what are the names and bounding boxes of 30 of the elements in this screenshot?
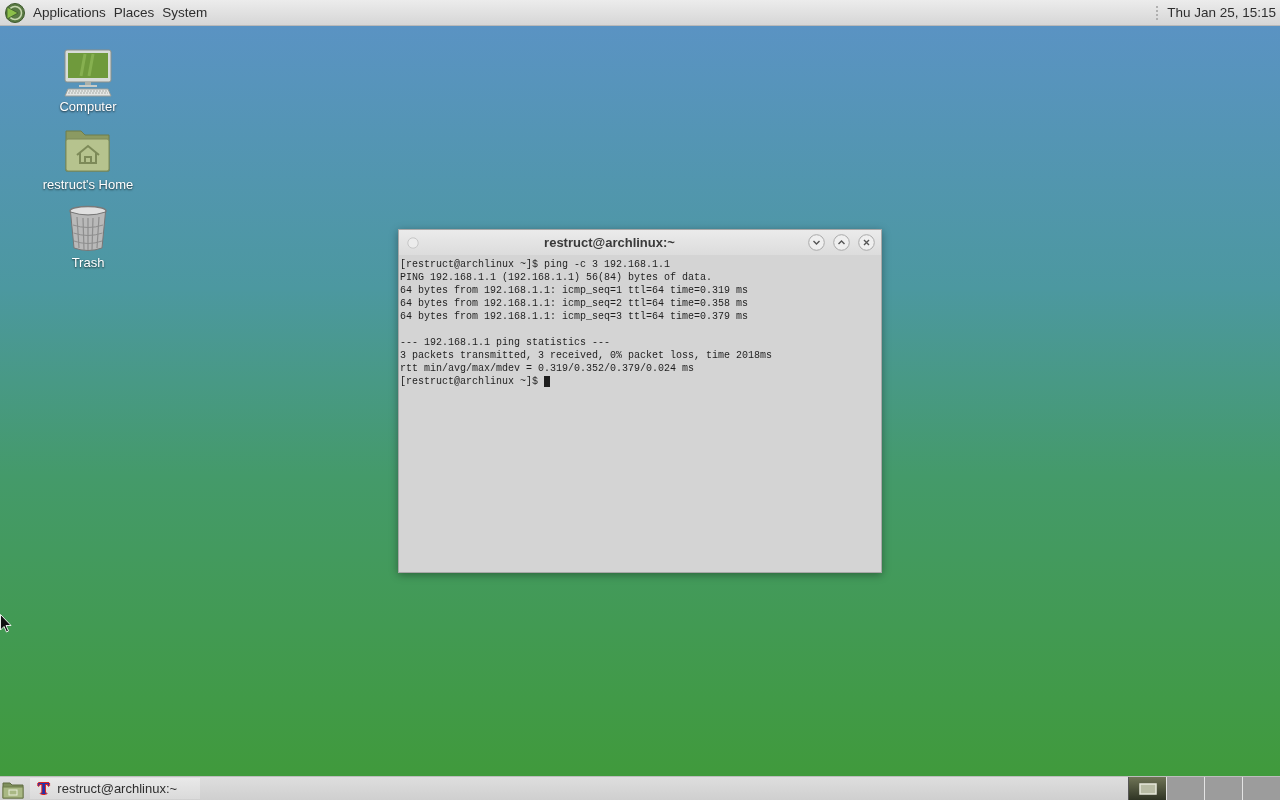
terminal-prompt: [restruct@archlinux ~]$ — [400, 375, 539, 388]
menu-item[interactable]: Places — [109, 3, 159, 22]
terminal-app-icon: T — [38, 779, 50, 798]
terminal-line: 64 bytes from 192.168.1.1: icmp_seq=1 ttl=64 time=0.319 ms — [400, 284, 749, 297]
chevron-down-icon — [808, 234, 825, 251]
text-cursor-icon — [544, 376, 551, 387]
close-icon — [858, 234, 875, 251]
clock[interactable]: Thu Jan 25, 15:15 — [1167, 5, 1276, 20]
maximize-button[interactable] — [833, 234, 850, 251]
logo-icon[interactable] — [4, 1, 26, 24]
close-button[interactable] — [858, 234, 875, 251]
terminal-line: rtt min/avg/max/mdev = 0.319/0.352/0.379/0.024 ms — [400, 362, 695, 375]
chevron-up-icon — [833, 234, 850, 251]
computer-icon — [63, 49, 113, 97]
terminal-line: [restruct@archlinux ~]$ ping -c 3 192.168.1.1 — [400, 258, 671, 271]
drag-handle-icon[interactable] — [1155, 4, 1160, 21]
taskbar-button[interactable]: T restruct@archlinux:~ — [30, 778, 200, 799]
workspace-button[interactable] — [1128, 777, 1166, 800]
terminal-line: 3 packets transmitted, 3 received, 0% packet loss, time 2018ms — [400, 349, 773, 362]
terminal-line: --- 192.168.1.1 ping statistics --- — [400, 336, 611, 349]
folder-icon[interactable] — [2, 780, 24, 799]
terminal-line: PING 192.168.1.1 (192.168.1.1) 56(84) bytes of data. — [400, 271, 713, 284]
menu-item[interactable]: System — [158, 3, 212, 22]
menu-item[interactable]: Applications — [29, 3, 110, 22]
window-title: restruct@archlinux:~ — [543, 235, 676, 250]
terminal-line: 64 bytes from 192.168.1.1: icmp_seq=3 ttl=64 time=0.379 ms — [400, 310, 749, 323]
home-folder-icon — [63, 127, 113, 175]
mouse-pointer-icon — [0, 614, 12, 633]
minimize-button[interactable] — [808, 234, 825, 251]
terminal-line: 64 bytes from 192.168.1.1: icmp_seq=2 ttl=64 time=0.358 ms — [400, 297, 749, 310]
